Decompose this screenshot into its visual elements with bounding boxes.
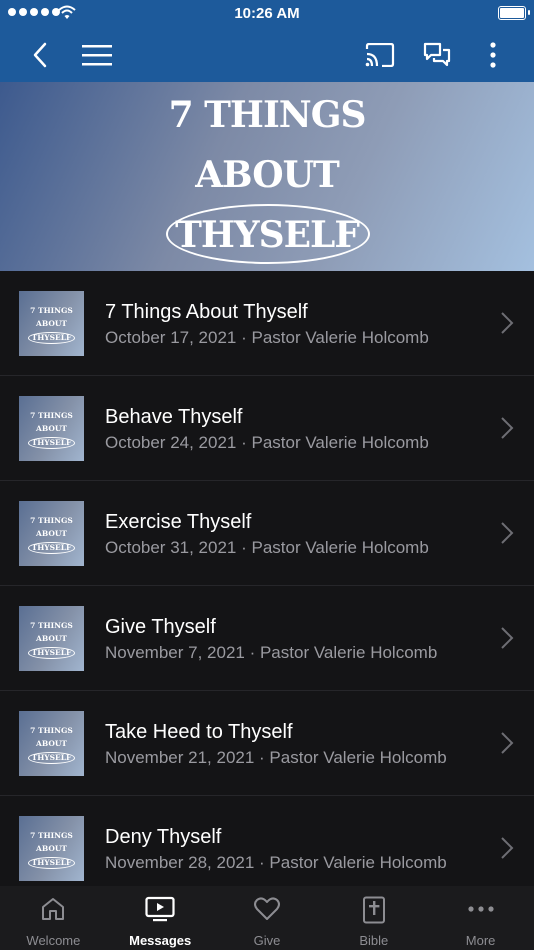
chat-bubbles-icon	[423, 42, 451, 67]
tab-more[interactable]: More	[427, 886, 534, 950]
tab-give[interactable]: Give	[214, 886, 321, 950]
message-subtitle: November 7, 2021 · Pastor Valerie Holcom…	[105, 643, 438, 662]
bottom-tab-bar: Welcome Messages Give Bible More	[0, 886, 534, 950]
message-thumbnail: 7 THINGS ABOUT THYSELF	[19, 291, 84, 356]
message-title: Give Thyself	[105, 616, 216, 638]
message-title: Deny Thyself	[105, 826, 222, 848]
tab-messages[interactable]: Messages	[107, 886, 214, 950]
message-title: Take Heed to Thyself	[105, 721, 293, 743]
back-button[interactable]	[20, 28, 60, 82]
hero-title-line3: THYSELF	[175, 214, 360, 256]
tab-label: Give	[253, 933, 281, 948]
tab-label: Welcome	[26, 933, 81, 948]
status-time: 10:26 AM	[234, 5, 300, 22]
message-title: Behave Thyself	[105, 406, 243, 428]
home-icon	[42, 898, 65, 920]
status-bar: 10:26 AM	[0, 0, 534, 28]
cast-icon	[365, 43, 395, 67]
list-item[interactable]: 7 THINGS ABOUT THYSELF Take Heed to Thysel…	[0, 691, 534, 796]
chevron-right-icon	[501, 312, 514, 334]
message-thumbnail: 7 THINGS ABOUT THYSELF	[19, 501, 84, 566]
message-title: 7 Things About Thyself	[105, 301, 308, 323]
message-subtitle: October 24, 2021 · Pastor Valerie Holcom…	[105, 433, 429, 452]
message-subtitle: October 31, 2021 · Pastor Valerie Holcom…	[105, 538, 429, 557]
hamburger-icon	[82, 45, 112, 66]
list-item[interactable]: 7 THINGS ABOUT THYSELF Exercise Thyself Oc…	[0, 481, 534, 586]
series-hero-banner: 7 THINGS ABOUT THYSELF	[0, 82, 534, 271]
video-player-icon	[145, 896, 175, 922]
tab-label: More	[465, 933, 496, 948]
heart-icon	[253, 897, 280, 920]
menu-button[interactable]	[80, 28, 114, 82]
message-subtitle: November 21, 2021 · Pastor Valerie Holco…	[105, 748, 447, 767]
message-subtitle: November 28, 2021 · Pastor Valerie Holco…	[105, 853, 447, 872]
chevron-right-icon	[501, 837, 514, 859]
list-item[interactable]: 7 THINGS ABOUT THYSELF Give Thyself Novemb…	[0, 586, 534, 691]
tab-label: Messages	[129, 933, 192, 948]
message-thumbnail: 7 THINGS ABOUT THYSELF	[19, 606, 84, 671]
tab-welcome[interactable]: Welcome	[0, 886, 107, 950]
message-thumbnail: 7 THINGS ABOUT THYSELF	[19, 396, 84, 461]
list-item[interactable]: 7 THINGS ABOUT THYSELF Behave Thyself Octo…	[0, 376, 534, 481]
chevron-left-icon	[33, 42, 47, 68]
top-nav-bar	[0, 28, 534, 82]
hero-title-line2: ABOUT	[195, 154, 340, 196]
bible-icon	[362, 896, 385, 924]
message-title: Exercise Thyself	[105, 511, 252, 533]
chevron-right-icon	[501, 627, 514, 649]
chevron-right-icon	[501, 522, 514, 544]
message-list: 7 THINGS ABOUT THYSELF 7 Things About Thys…	[0, 271, 534, 901]
message-thumbnail: 7 THINGS ABOUT THYSELF	[19, 816, 84, 881]
tab-label: Bible	[359, 933, 389, 948]
list-item[interactable]: 7 THINGS ABOUT THYSELF 7 Things About Thys…	[0, 271, 534, 376]
message-thumbnail: 7 THINGS ABOUT THYSELF	[19, 711, 84, 776]
tab-bible[interactable]: Bible	[320, 886, 427, 950]
cast-button[interactable]	[362, 28, 398, 82]
hero-title-line1: 7 THINGS	[168, 94, 367, 136]
more-dots-icon	[467, 906, 494, 912]
chevron-right-icon	[501, 417, 514, 439]
battery-icon	[498, 6, 526, 20]
more-options-button[interactable]	[480, 28, 506, 82]
vertical-dots-icon	[490, 42, 496, 68]
message-subtitle: October 17, 2021 · Pastor Valerie Holcom…	[105, 328, 429, 347]
chevron-right-icon	[501, 732, 514, 754]
chat-button[interactable]	[420, 28, 454, 82]
